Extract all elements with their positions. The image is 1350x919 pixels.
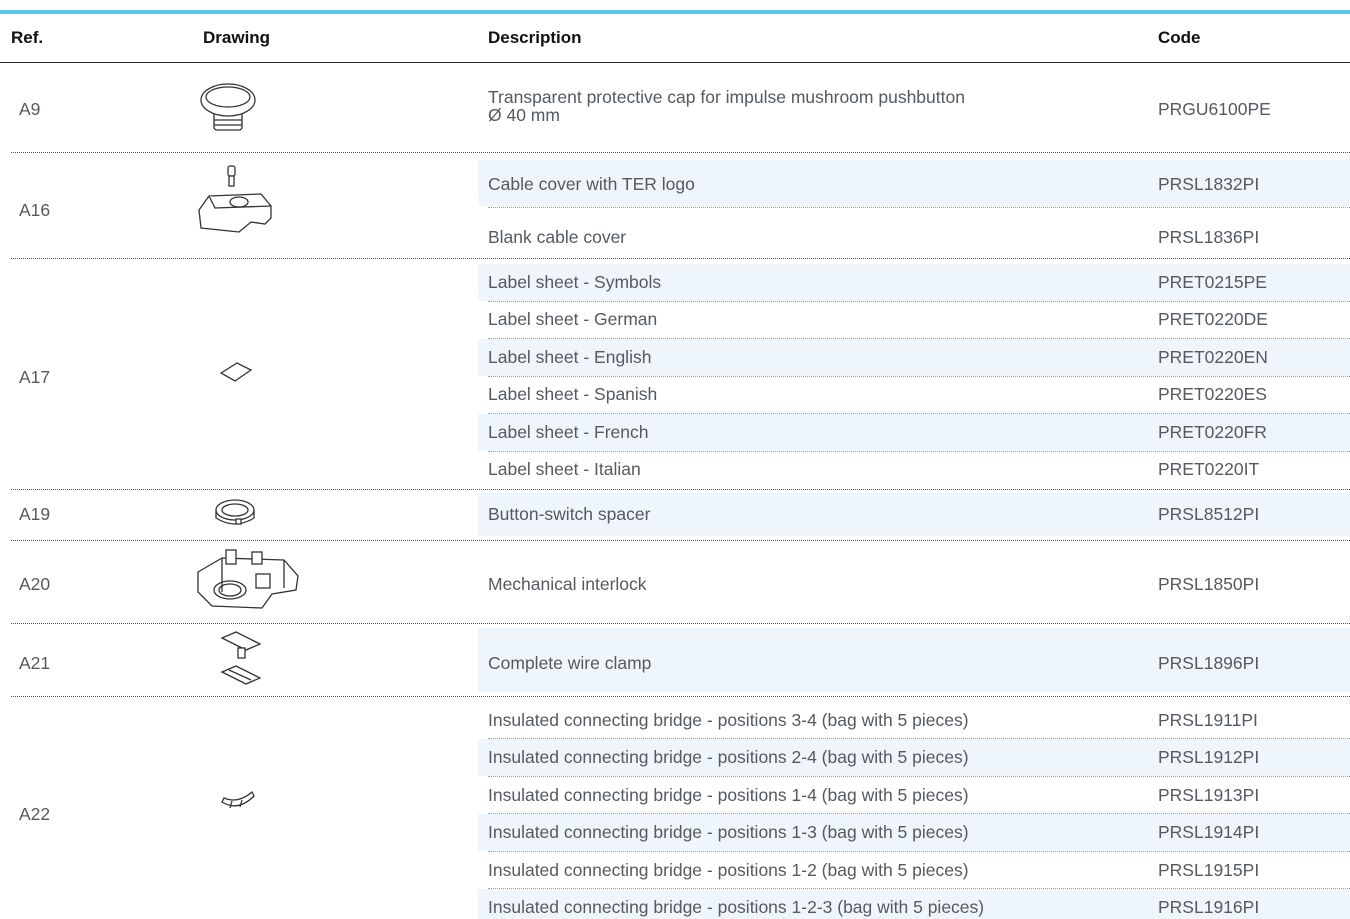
description-cell: Button-switch spacer bbox=[488, 504, 651, 524]
code-cell: PRET0215PE bbox=[1158, 272, 1267, 292]
parts-table: Ref. Drawing Description Code A9 Transpa… bbox=[0, 0, 1350, 919]
header-description: Description bbox=[488, 28, 582, 47]
description-cell: Insulated connecting bridge - positions … bbox=[488, 785, 969, 805]
ref-cell: A17 bbox=[19, 367, 51, 387]
code-cell: PRSL1850PI bbox=[1158, 574, 1260, 594]
description-line: Transparent protective cap for impulse m… bbox=[488, 87, 965, 107]
row-separator bbox=[488, 851, 1350, 852]
description-cell: Cable cover with TER logo bbox=[488, 174, 695, 194]
cable-cover-drawing-icon bbox=[198, 165, 272, 233]
ref-cell: A20 bbox=[19, 574, 51, 594]
group-separator bbox=[11, 623, 1350, 624]
code-cell: PRSL1914PI bbox=[1158, 822, 1260, 842]
label-sheet-drawing-icon bbox=[219, 362, 253, 382]
wire-clamp-drawing-icon bbox=[220, 631, 262, 685]
description-cell: Label sheet - German bbox=[488, 309, 658, 329]
group-separator bbox=[11, 489, 1350, 490]
code-cell: PRSL8512PI bbox=[1158, 504, 1260, 524]
ref-cell: A21 bbox=[19, 653, 51, 673]
group-separator bbox=[11, 152, 1350, 153]
description-cell: Label sheet - English bbox=[488, 347, 652, 367]
description-cell: Mechanical interlock bbox=[488, 574, 647, 594]
description-cell: Complete wire clamp bbox=[488, 653, 652, 673]
description-cell: Insulated connecting bridge - positions … bbox=[488, 822, 969, 842]
mushroom-cap-drawing-icon bbox=[200, 83, 256, 131]
code-cell: PRSL1836PI bbox=[1158, 227, 1260, 247]
description-cell: Label sheet - Symbols bbox=[488, 272, 662, 292]
table-header: Ref. Drawing Description Code bbox=[0, 14, 1350, 63]
row-separator bbox=[488, 738, 1350, 739]
row-separator bbox=[488, 776, 1350, 777]
header-code: Code bbox=[1158, 28, 1201, 47]
row-separator bbox=[488, 451, 1350, 452]
code-cell: PRSL1913PI bbox=[1158, 785, 1260, 805]
header-ref: Ref. bbox=[11, 28, 44, 47]
code-cell: PRSL1911PI bbox=[1158, 710, 1258, 730]
code-cell: PRET0220ES bbox=[1158, 384, 1267, 404]
description-cell: Insulated connecting bridge - positions … bbox=[488, 897, 985, 917]
code-cell: PRSL1916PI bbox=[1158, 897, 1260, 917]
header-drawing: Drawing bbox=[203, 28, 271, 47]
group-separator bbox=[11, 696, 1350, 697]
code-cell: PRSL1915PI bbox=[1158, 860, 1260, 880]
ref-cell: A16 bbox=[19, 200, 51, 220]
interlock-drawing-icon bbox=[197, 549, 299, 609]
group-separator bbox=[11, 258, 1350, 259]
description-cell: Transparent protective cap for impulse m… bbox=[488, 88, 965, 124]
spacer-ring-drawing-icon bbox=[215, 499, 255, 525]
row-separator bbox=[488, 413, 1350, 414]
description-cell: Label sheet - Italian bbox=[488, 459, 641, 479]
row-separator bbox=[488, 376, 1350, 377]
description-cell: Insulated connecting bridge - positions … bbox=[488, 860, 969, 880]
code-cell: PRET0220EN bbox=[1158, 347, 1268, 367]
code-cell: PRSL1832PI bbox=[1158, 174, 1260, 194]
row-separator bbox=[488, 207, 1350, 208]
code-cell: PRET0220DE bbox=[1158, 309, 1268, 329]
group-separator bbox=[11, 540, 1350, 541]
description-cell: Insulated connecting bridge - positions … bbox=[488, 747, 969, 767]
ref-cell: A19 bbox=[19, 504, 51, 524]
description-cell: Insulated connecting bridge - positions … bbox=[488, 710, 969, 730]
row-separator bbox=[488, 888, 1350, 889]
connecting-bridge-drawing-icon bbox=[221, 790, 255, 809]
description-cell: Label sheet - Spanish bbox=[488, 384, 658, 404]
ref-cell: A9 bbox=[19, 99, 41, 119]
code-cell: PRET0220FR bbox=[1158, 422, 1267, 442]
row-separator bbox=[488, 301, 1350, 302]
description-cell: Label sheet - French bbox=[488, 422, 649, 442]
ref-cell: A22 bbox=[19, 804, 51, 824]
description-line: Ø 40 mm bbox=[488, 105, 560, 125]
code-cell: PRSL1912PI bbox=[1158, 747, 1260, 767]
row-separator bbox=[488, 338, 1350, 339]
description-cell: Blank cable cover bbox=[488, 227, 627, 247]
code-cell: PRET0220IT bbox=[1158, 459, 1260, 479]
code-cell: PRGU6100PE bbox=[1158, 99, 1271, 119]
code-cell: PRSL1896PI bbox=[1158, 653, 1260, 673]
row-separator bbox=[488, 813, 1350, 814]
